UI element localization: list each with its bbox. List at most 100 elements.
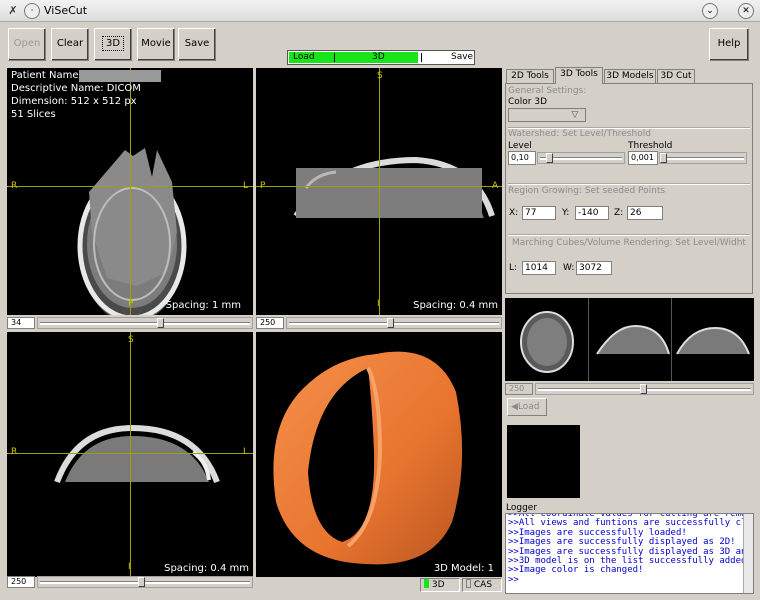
progress-3d-label: 3D [372,52,385,62]
coronal-viewport[interactable]: S P A I Spacing: 0.4 mm [256,68,502,315]
open-button[interactable]: Open [8,28,46,61]
slider-groove [289,322,499,325]
window-title: ViSeCut [44,4,88,17]
color-3d-label: Color 3D [508,97,548,107]
level-value[interactable]: 0,10 [508,151,536,165]
threshold-slider[interactable] [659,152,747,164]
axial-slider-thumb[interactable] [157,318,164,328]
threshold-label: Threshold [628,141,673,151]
dimension-info: Dimension: 512 x 512 px [11,96,137,107]
patient-name-redacted [79,70,161,82]
logger-panel[interactable]: >>All coordinate values for cutting are … [505,513,754,594]
save-button[interactable]: Save [178,28,216,61]
status-3d: 3D [420,578,460,592]
model-count-label: 3D Model: 1 [433,563,494,574]
axial-marker-l: L [243,181,249,191]
sagittal-marker-s: S [128,335,134,345]
sagittal-marker-i: I [128,562,131,572]
axial-slice-slider[interactable] [37,317,253,329]
logger-label: Logger [506,503,538,513]
status-3d-label: 3D [431,580,445,590]
render-width-input[interactable]: 3072 [576,261,612,275]
threshold-value[interactable]: 0,001 [628,151,658,165]
coronal-marker-a: A [492,181,499,191]
logger-lines: >>All coordinate values for cutting are … [506,514,753,585]
chevron-down-icon: ▽ [571,110,579,120]
app-icon: ✗ [8,4,18,17]
clear-button[interactable]: Clear [51,28,89,61]
sagittal-slice-slider[interactable] [37,576,253,588]
color-3d-dropdown[interactable]: ▽ [508,108,586,122]
title-bar: ✗ · ViSeCut ⌄ ✕ [0,0,760,22]
progress-divider [421,53,422,62]
tab-2d-tools[interactable]: 2D Tools [506,69,554,83]
movie-button[interactable]: Movie [137,28,175,61]
slider-groove [40,581,250,584]
axial-marker-p: P [128,299,134,309]
seed-x-input[interactable]: 77 [522,206,556,220]
logger-line: >> [508,574,519,585]
level-label: Level [508,141,532,151]
l-label: L: [509,263,518,273]
preview-slider-thumb[interactable] [640,384,647,394]
status-cas: CAS [462,578,502,592]
logger-scrollbar[interactable] [743,514,753,593]
sagittal-slider-thumb[interactable] [138,577,145,587]
divider [508,234,750,236]
coronal-crosshair-v [379,68,380,315]
load-model-button[interactable]: ◀Load [507,398,547,416]
coronal-marker-s: S [377,71,383,81]
axial-viewport[interactable]: Patient Name: Descriptive Name: DICOM Di… [7,68,253,315]
coronal-slider-thumb[interactable] [387,318,394,328]
axial-marker-r: R [11,181,18,191]
x-label: X: [509,208,519,218]
coronal-slice-value[interactable]: 250 [256,317,284,329]
coronal-marker-p: P [260,181,266,191]
minimize-button[interactable]: ⌄ [702,3,718,19]
region-growing-title: Region Growing: Set seeded Points [508,186,666,196]
preview-slice-value[interactable]: 250 [505,383,533,395]
status-cas-label: CAS [473,580,493,590]
coronal-marker-i: I [377,299,380,309]
level-slider-thumb[interactable] [546,153,553,163]
model-3d-viewport[interactable]: 3D Model: 1 [256,332,502,577]
seed-y-input[interactable]: -140 [575,206,609,220]
pipeline-progress: Load 3D Save [287,50,475,65]
divider [508,183,750,185]
seed-z-input[interactable]: 26 [627,206,663,220]
axial-spacing: Spacing: 1 mm [165,300,241,311]
triangle-left-icon: ◀ [511,402,518,412]
help-button[interactable]: Help [709,28,749,61]
tools-3d-panel: General Settings: Color 3D ▽ Watershed: … [505,83,753,294]
tab-3d-models[interactable]: 3D Models [604,69,656,83]
logger-line: >>Image color is changed! [508,565,644,576]
tab-3d-tools[interactable]: 3D Tools [555,67,603,84]
w-label: W: [563,263,575,273]
y-label: Y: [562,208,570,218]
thumbnail-strip [505,298,754,381]
slider-groove [662,157,744,160]
coronal-spacing: Spacing: 0.4 mm [413,300,498,311]
watershed-title: Watershed: Set Level/Threshold [508,129,651,139]
sagittal-viewport[interactable]: S R L I Spacing: 0.4 mm [7,332,253,577]
preview-slice-slider[interactable] [535,383,754,395]
axial-slice-value[interactable]: 34 [7,317,35,329]
model-preview [507,425,580,498]
threshold-slider-thumb[interactable] [660,153,667,163]
sagittal-slice-value[interactable]: 250 [7,576,35,588]
progress-load-label: Load [293,52,315,62]
slices-info: 51 Slices [11,109,56,120]
window-menu-button[interactable]: · [24,3,40,19]
coronal-slice-slider[interactable] [286,317,502,329]
progress-save-label: Save [451,52,474,62]
slider-groove [40,322,250,325]
status-cas-indicator [466,579,471,588]
load-model-label: Load [517,402,540,412]
3d-button[interactable]: 3D [94,28,132,61]
close-button[interactable]: ✕ [738,3,754,19]
sagittal-marker-l: L [243,447,249,457]
render-level-input[interactable]: 1014 [522,261,556,275]
level-slider[interactable] [537,152,625,164]
tab-3d-cut[interactable]: 3D Cut [657,69,695,83]
general-settings-title: General Settings: [508,86,587,96]
